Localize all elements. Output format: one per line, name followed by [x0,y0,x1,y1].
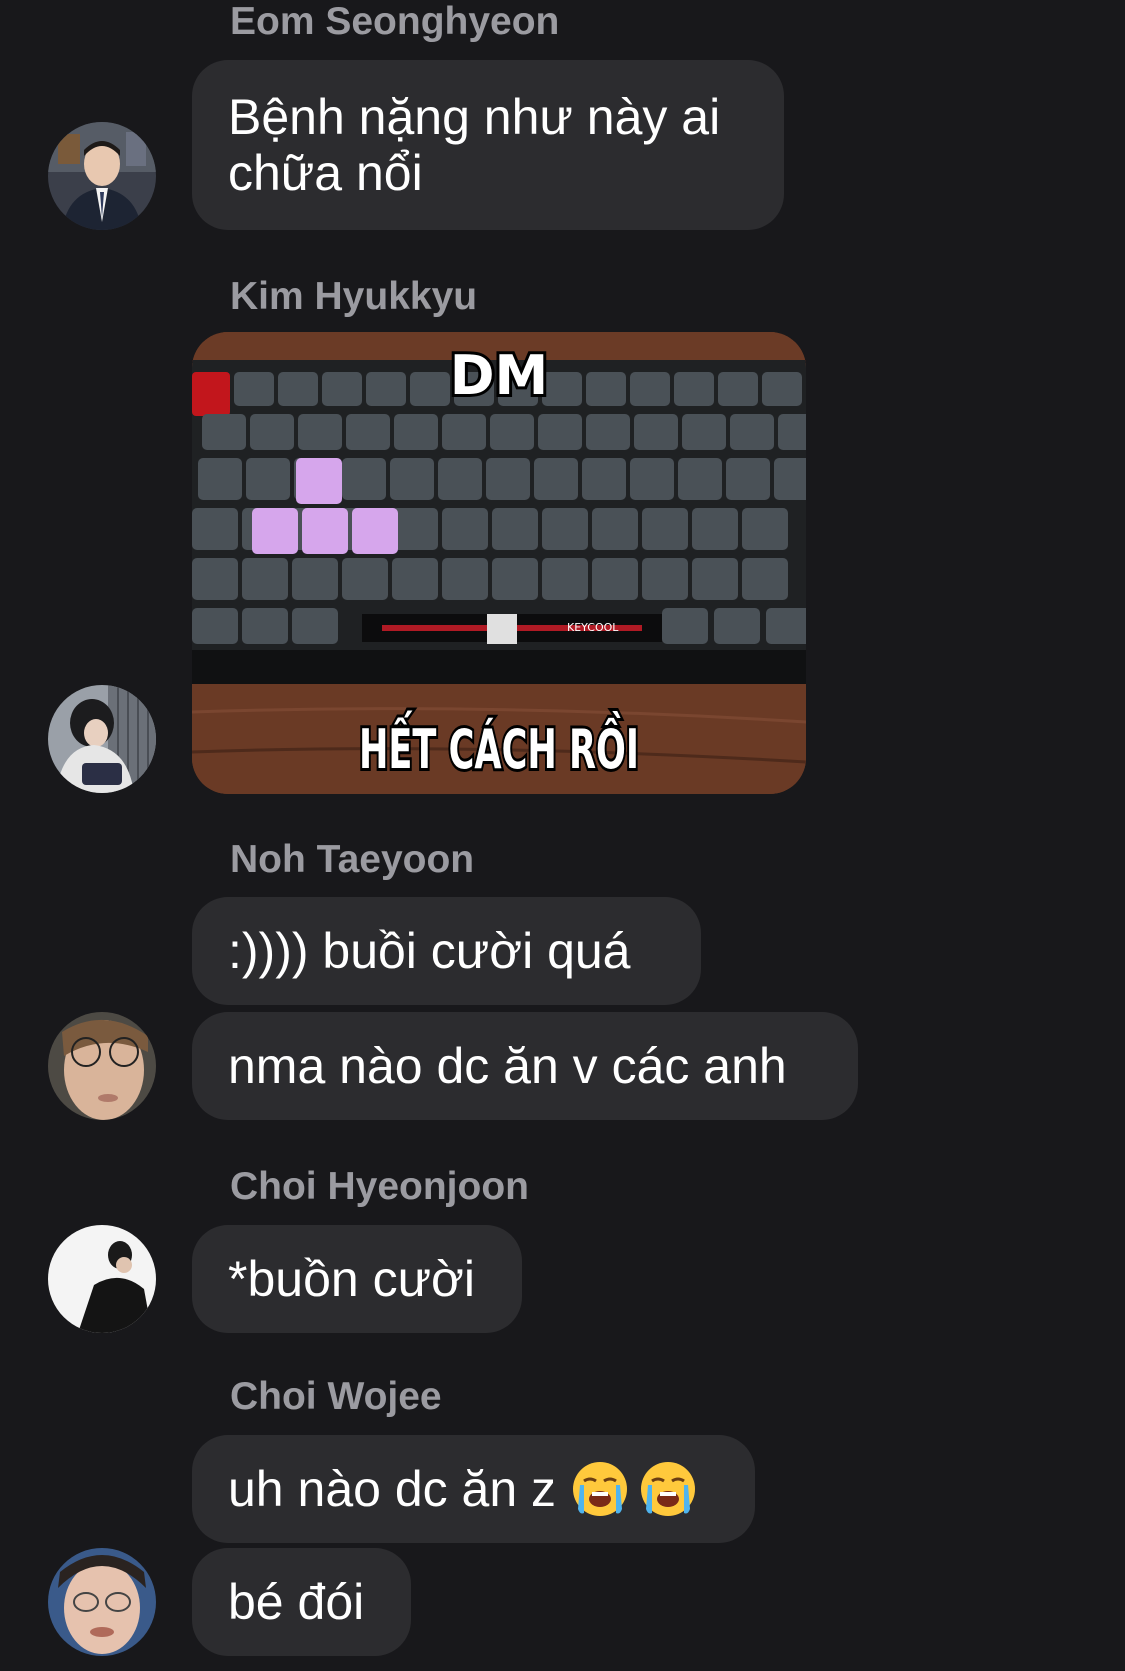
keycap [730,414,774,450]
loudly-crying-face-icon [638,1459,698,1519]
keycap [292,558,338,600]
keycap [392,508,438,550]
message-text: :)))) buồi cười quá [228,923,631,979]
keycap [642,558,688,600]
message-bubble[interactable]: :)))) buồi cười quá [192,897,701,1005]
keycap [492,558,538,600]
loudly-crying-face-icon [570,1459,630,1519]
message-bubble[interactable]: nma nào dc ăn v các anh [192,1012,858,1120]
keycap [392,558,438,600]
keycap [486,458,530,500]
keycap [366,372,406,406]
keycap [766,608,806,644]
message-bubble[interactable]: *buồn cười [192,1225,522,1333]
sender-name: Noh Taeyoon [230,838,475,881]
keycap [342,458,386,500]
chat-screen: Eom Seonghyeon Bệnh nặng như này ai chữa… [0,0,1125,1671]
avatar[interactable] [48,1012,156,1120]
keycap [630,458,674,500]
keycap [192,558,238,600]
keycap [394,414,438,450]
keycap [242,558,288,600]
keycap [582,458,626,500]
avatar[interactable] [48,1225,156,1333]
keycap [642,508,688,550]
keycap [490,414,534,450]
keycap [492,508,538,550]
keycap [202,414,246,450]
keycap [198,458,242,500]
keycap [678,458,722,500]
keycap [692,558,738,600]
keycap [442,508,488,550]
keycap [726,458,770,500]
keycap [246,458,290,500]
message-line: chữa nổi [228,145,423,201]
keycap [390,458,434,500]
keycap [682,414,726,450]
message-line: Bệnh nặng như này ai [228,89,721,145]
message-bubble[interactable]: bé đói [192,1548,411,1656]
keycap [586,372,626,406]
keycap [292,608,338,644]
message-bubble[interactable]: uh nào dc ăn z [192,1435,755,1543]
keyboard-brand: KEYCOOL [567,621,619,634]
meme-top-text: DM [450,344,549,407]
avatar[interactable] [48,685,156,793]
keycap [774,458,806,500]
keycap [762,372,802,406]
avatar[interactable] [48,1548,156,1656]
keycap [586,414,630,450]
sender-name: Eom Seonghyeon [230,0,560,43]
avatar[interactable] [48,122,156,230]
keycap [438,458,482,500]
keycap [298,414,342,450]
keycap [442,414,486,450]
keycap [742,558,788,600]
keycap [278,372,318,406]
keycap [692,508,738,550]
message-text: uh nào dc ăn z [228,1461,557,1517]
keycap [192,508,238,550]
sender-name: Kim Hyukkyu [230,275,478,318]
message-text: *buồn cười [228,1251,475,1307]
keycap [714,608,760,644]
keycap [442,558,488,600]
keycap [634,414,678,450]
keycap [250,414,294,450]
message-text: bé đói [228,1574,365,1630]
keycap [410,372,450,406]
keycap [630,372,670,406]
keycap [718,372,758,406]
keycap [534,458,578,500]
sender-name: Choi Hyeonjoon [230,1165,529,1208]
keycap [592,508,638,550]
sender-name: Choi Wojee [230,1375,442,1418]
keycap [234,372,274,406]
keycap [538,414,582,450]
message-bubble[interactable]: Bệnh nặng như này ai chữa nổi [192,60,784,230]
keycap [674,372,714,406]
keycap [322,372,362,406]
keycap [346,414,390,450]
keycap [192,608,238,644]
keycap [242,608,288,644]
keycap [542,508,588,550]
keycap [778,414,806,450]
meme-bottom-text: HẾT CÁCH RỒI [359,711,639,781]
meme-image[interactable]: KEYCOOL DM HẾT CÁCH RỒI [192,332,806,794]
keycap [662,608,708,644]
keycap [742,508,788,550]
keycap [592,558,638,600]
message-text: nma nào dc ăn v các anh [228,1038,787,1094]
keycap [342,558,388,600]
keycap [542,558,588,600]
